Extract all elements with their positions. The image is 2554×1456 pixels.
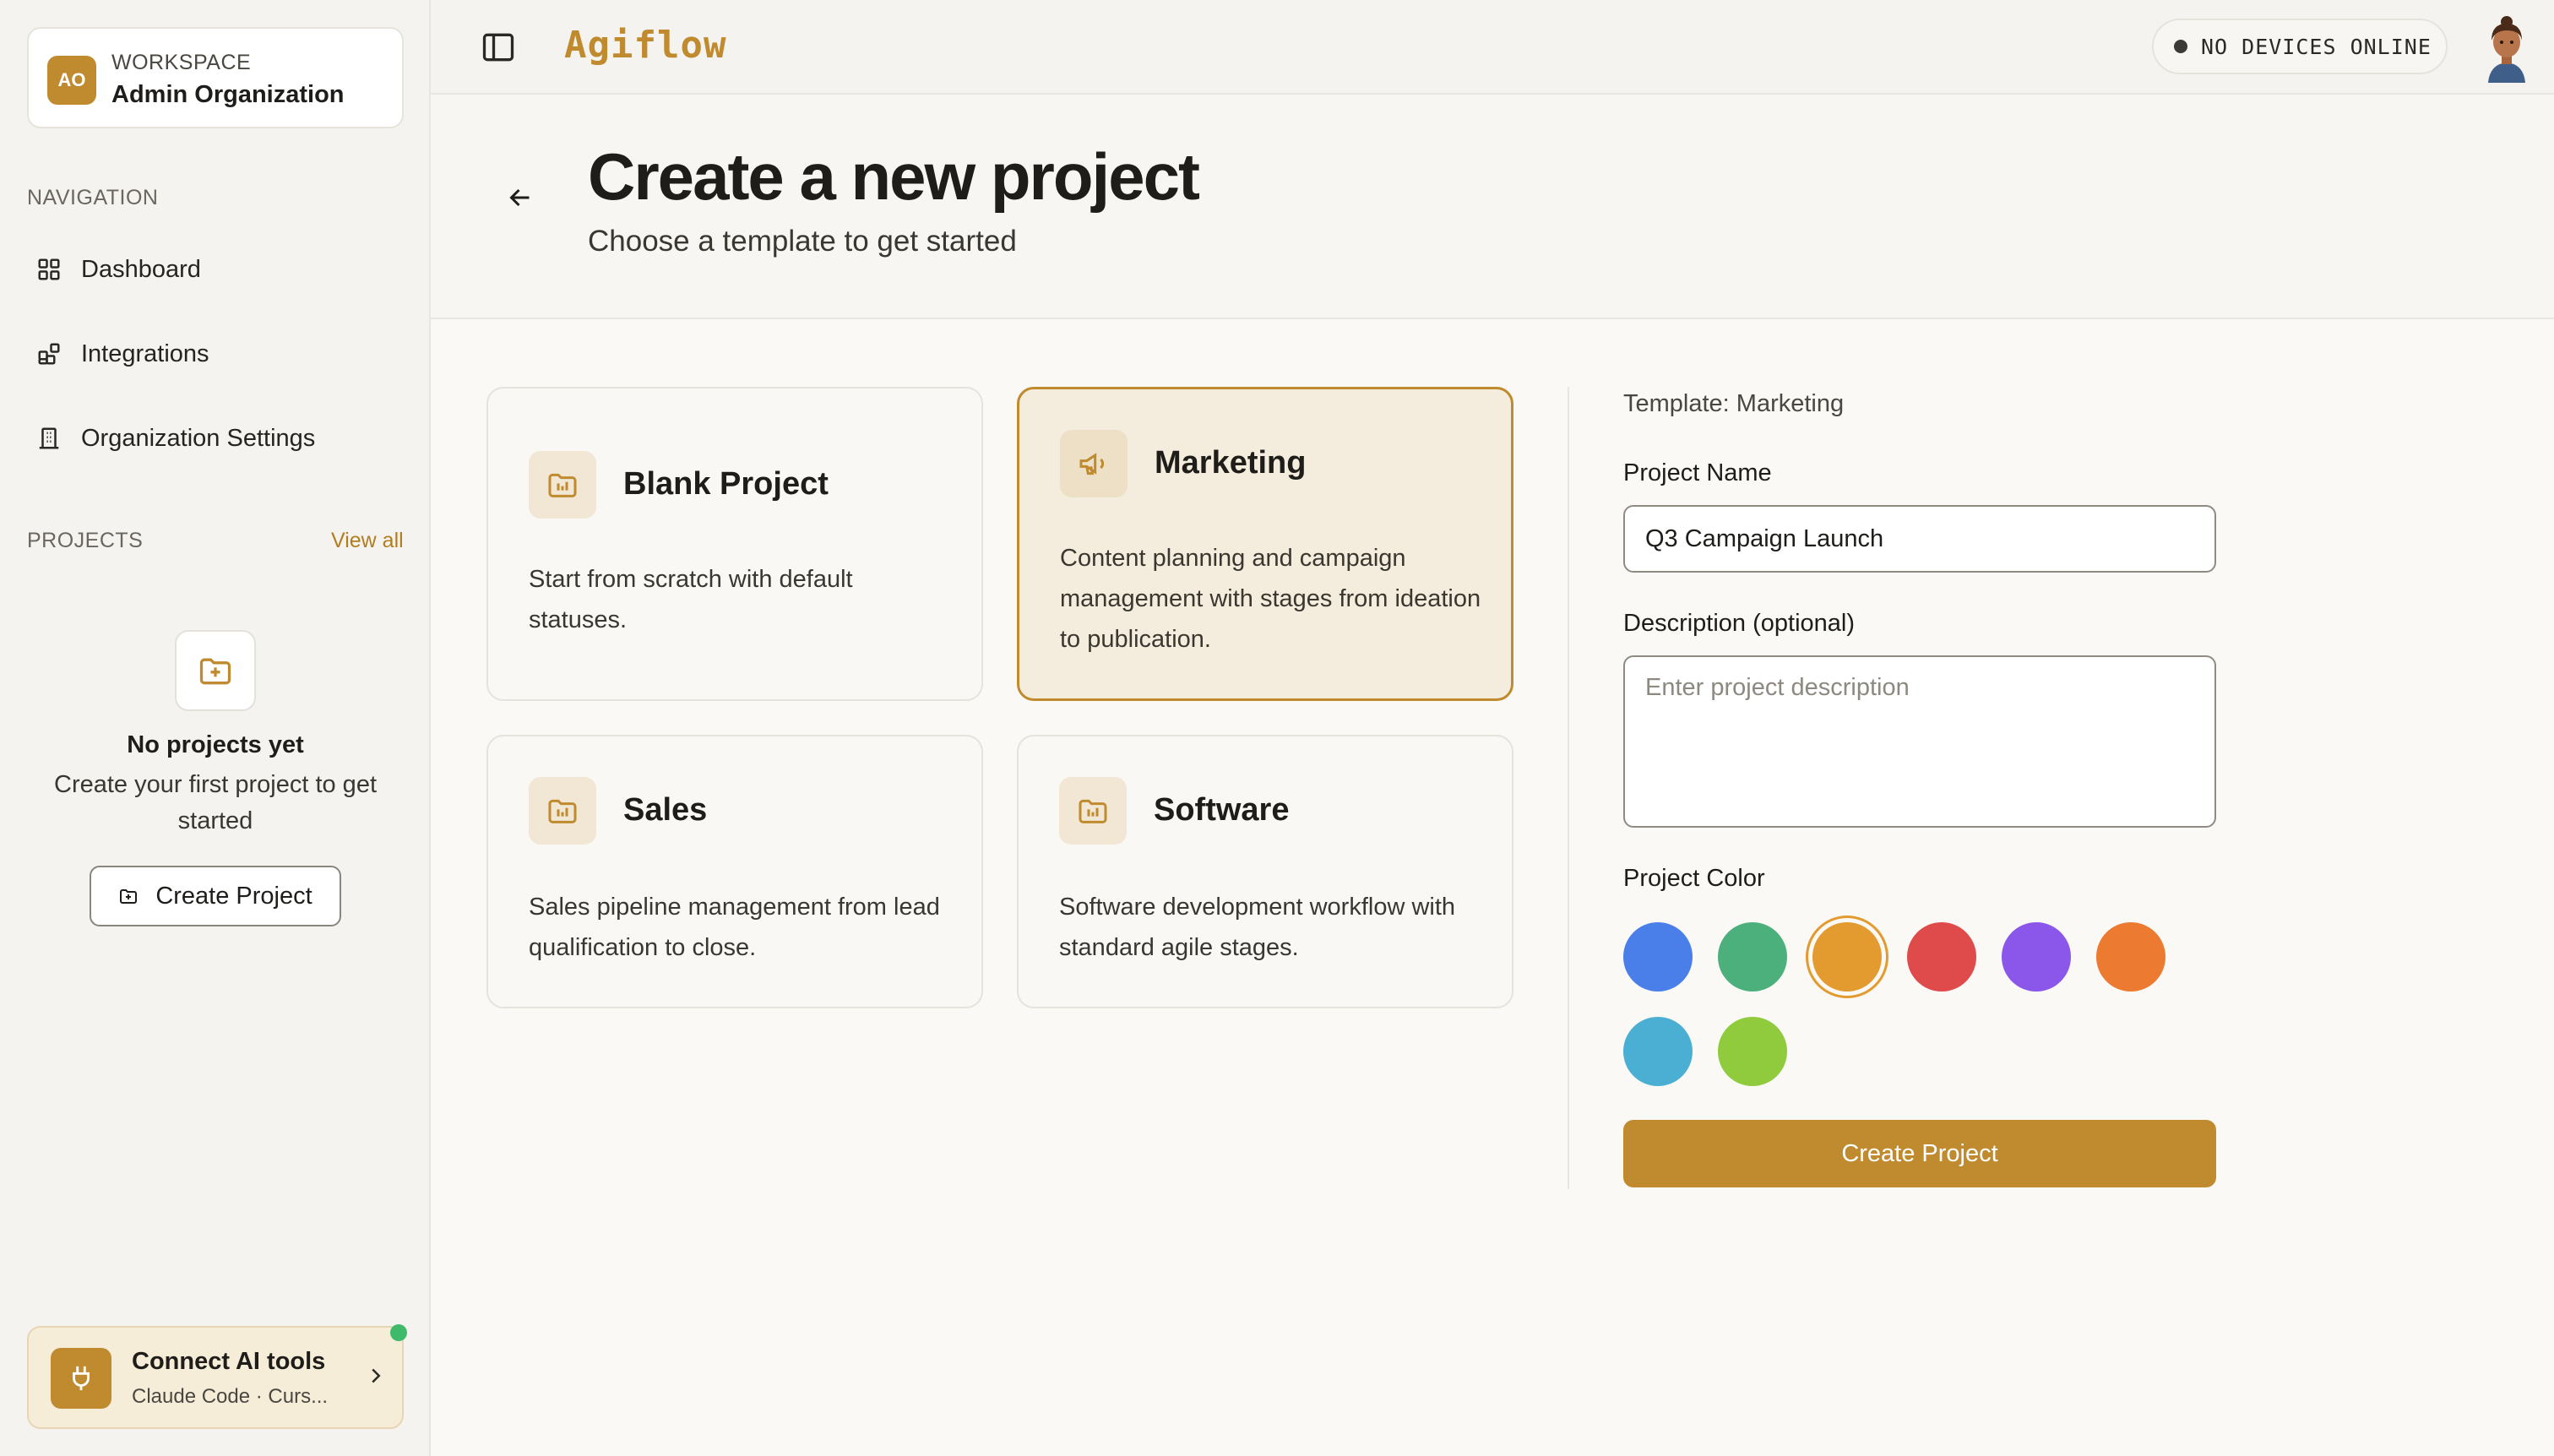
template-description: Start from scratch with default statuses… [529, 566, 853, 633]
description-label: Description (optional) [1623, 610, 1856, 637]
devices-status-text: NO DEVICES ONLINE [2201, 34, 2432, 59]
top-bar: Agiflow NO DEVICES ONLINE [431, 0, 2554, 95]
page-header: Create a new project Choose a template t… [431, 95, 2554, 319]
sidebar-create-project-button[interactable]: Create Project [90, 866, 341, 926]
connect-ai-tools-title: Connect AI tools [132, 1348, 326, 1375]
workspace-name: Admin Organization [111, 81, 345, 108]
form-divider [1568, 387, 1569, 1189]
empty-projects-subtitle: Create your first project to get started [54, 771, 377, 834]
template-title: Software [1154, 792, 1290, 828]
sidebar-item-label: Integrations [81, 340, 209, 367]
template-card-marketing[interactable]: Marketing Content planning and campaign … [1017, 387, 1513, 701]
folder-plus-icon [175, 630, 256, 711]
building-icon [30, 420, 68, 457]
folder-chart-icon [529, 777, 596, 845]
sidebar-toggle-button[interactable] [476, 25, 520, 69]
chevron-right-icon [372, 1368, 381, 1383]
back-button[interactable] [498, 176, 542, 220]
workspace-avatar: AO [47, 56, 96, 105]
template-title: Blank Project [623, 466, 829, 502]
page-subtitle: Choose a template to get started [588, 225, 1017, 258]
color-swatch-blue[interactable] [1623, 922, 1693, 991]
color-swatch-red[interactable] [1907, 922, 1976, 991]
connect-ai-tools-subtitle: Claude Code · Curs... [132, 1385, 329, 1408]
page-title: Create a new project [588, 139, 1200, 214]
create-project-button[interactable]: Create Project [1623, 1120, 2216, 1187]
status-dot-icon [2174, 40, 2187, 53]
sidebar-item-dashboard[interactable]: Dashboard [27, 240, 404, 299]
connect-ai-tools-card[interactable]: Connect AI tools Claude Code · Curs... [27, 1326, 404, 1429]
folder-chart-icon [1059, 777, 1127, 845]
folder-chart-icon [529, 451, 596, 519]
color-swatch-orange[interactable] [2096, 922, 2165, 991]
template-title: Marketing [1155, 445, 1307, 481]
description-textarea[interactable] [1623, 655, 2216, 828]
color-swatch-amber[interactable] [1812, 922, 1882, 991]
puzzle-grid-icon [30, 335, 68, 372]
template-card-sales[interactable]: Sales Sales pipeline management from lea… [486, 735, 983, 1008]
navigation-heading: NAVIGATION [27, 186, 159, 209]
color-swatch-green[interactable] [1718, 922, 1787, 991]
template-description: Software development workflow with stand… [1059, 894, 1456, 961]
template-description: Sales pipeline management from lead qual… [529, 894, 940, 961]
workspace-switcher[interactable]: AO WORKSPACE Admin Organization [27, 27, 404, 128]
project-color-label: Project Color [1623, 865, 1765, 892]
grid-icon [30, 251, 68, 288]
project-name-label: Project Name [1623, 459, 1772, 486]
sidebar-toggle-icon [482, 33, 514, 62]
sidebar-item-integrations[interactable]: Integrations [27, 324, 404, 383]
arrow-left-icon [509, 188, 530, 207]
color-swatch-purple[interactable] [2002, 922, 2071, 991]
template-title: Sales [623, 792, 708, 828]
sidebar-item-label: Organization Settings [81, 424, 316, 452]
view-all-projects-link[interactable]: View all [331, 529, 404, 553]
template-card-blank-project[interactable]: Blank Project Start from scratch with de… [486, 387, 983, 701]
empty-projects-title: No projects yet [127, 731, 304, 758]
template-description: Content planning and campaign management… [1060, 545, 1481, 653]
sidebar-item-organization-settings[interactable]: Organization Settings [27, 409, 404, 468]
sidebar-create-project-label: Create Project [155, 882, 312, 910]
color-swatch-lime[interactable] [1718, 1017, 1787, 1086]
brand-logo[interactable]: Agiflow [564, 24, 726, 67]
megaphone-icon [1060, 430, 1128, 497]
sidebar: AO WORKSPACE Admin Organization NAVIGATI… [0, 0, 431, 1456]
template-card-software[interactable]: Software Software development workflow w… [1017, 735, 1513, 1008]
projects-heading: PROJECTS [27, 529, 144, 552]
plug-icon [51, 1348, 111, 1409]
devices-status-pill[interactable]: NO DEVICES ONLINE [2152, 19, 2448, 74]
sidebar-item-label: Dashboard [81, 255, 201, 283]
folder-plus-icon [120, 889, 138, 904]
color-swatch-cyan[interactable] [1623, 1017, 1693, 1086]
create-project-label: Create Project [1841, 1139, 1998, 1167]
user-avatar[interactable] [2471, 12, 2542, 83]
project-name-input[interactable] [1623, 505, 2216, 573]
online-status-dot [390, 1324, 407, 1341]
selected-template-indicator: Template: Marketing [1623, 390, 1845, 417]
workspace-kicker: WORKSPACE [111, 51, 252, 74]
